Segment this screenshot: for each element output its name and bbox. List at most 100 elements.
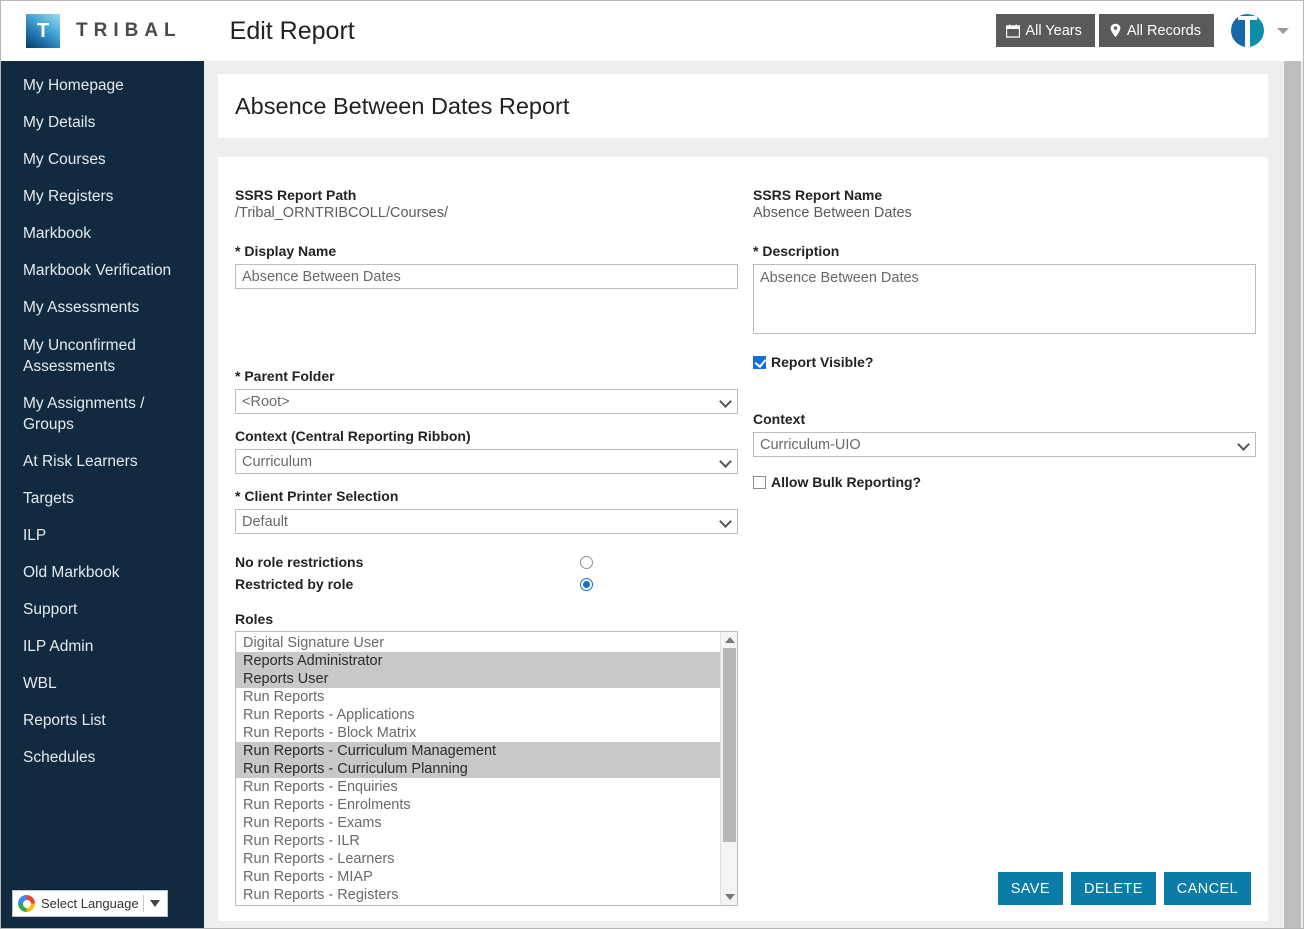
- select-language-label: Select Language: [41, 896, 139, 911]
- checkbox-allow-bulk-reporting[interactable]: [753, 476, 766, 489]
- divider: [143, 895, 144, 912]
- form-left-column: SSRS Report Path /Tribal_ORNTRIBCOLL/Cou…: [235, 187, 738, 906]
- sidebar-item-my-registers[interactable]: My Registers: [1, 178, 204, 215]
- sidebar-item-markbook-verification[interactable]: Markbook Verification: [1, 252, 204, 289]
- location-pin-icon: [1109, 23, 1122, 38]
- list-item[interactable]: Run Reports - Enquiries: [236, 778, 720, 796]
- scroll-down-icon[interactable]: [725, 894, 735, 900]
- sidebar-item-support[interactable]: Support: [1, 591, 204, 628]
- roles-scrollbar[interactable]: [720, 632, 737, 905]
- context-label: Context: [753, 411, 1256, 427]
- all-years-button[interactable]: All Years: [996, 14, 1094, 47]
- roles-list[interactable]: Digital Signature User Reports Administr…: [236, 632, 720, 905]
- ssrs-report-name-value: Absence Between Dates: [753, 205, 1256, 221]
- cancel-button[interactable]: CANCEL: [1164, 872, 1251, 905]
- calendar-icon: [1006, 24, 1020, 38]
- ssrs-report-name-label: SSRS Report Name: [753, 187, 1256, 203]
- report-visible-label: Report Visible?: [771, 354, 873, 370]
- chevron-down-icon: [150, 900, 160, 907]
- sidebar-item-reports-list[interactable]: Reports List: [1, 702, 204, 739]
- list-item[interactable]: Run Reports - Exams: [236, 814, 720, 832]
- sidebar-item-my-details[interactable]: My Details: [1, 104, 204, 141]
- context-select[interactable]: Curriculum-UIO: [753, 432, 1256, 457]
- report-title-panel: Absence Between Dates Report: [218, 74, 1268, 138]
- allow-bulk-reporting-label: Allow Bulk Reporting?: [771, 474, 921, 490]
- list-item[interactable]: Reports User: [236, 670, 720, 688]
- edit-report-form: SSRS Report Path /Tribal_ORNTRIBCOLL/Cou…: [218, 157, 1268, 921]
- google-g-icon: [18, 895, 35, 912]
- page-scrollbar-thumb[interactable]: [1284, 61, 1301, 929]
- form-action-buttons: SAVE DELETE CANCEL: [998, 872, 1251, 905]
- sidebar-item-wbl[interactable]: WBL: [1, 665, 204, 702]
- sidebar-item-my-courses[interactable]: My Courses: [1, 141, 204, 178]
- chevron-down-icon[interactable]: [1277, 28, 1289, 34]
- display-name-input[interactable]: [235, 264, 738, 289]
- scrollbar-thumb[interactable]: [723, 648, 736, 842]
- sidebar: My Homepage My Details My Courses My Reg…: [1, 61, 204, 929]
- select-language-widget[interactable]: Select Language: [12, 890, 168, 917]
- sidebar-item-old-markbook[interactable]: Old Markbook: [1, 554, 204, 591]
- role-restriction-radio-group: No role restrictions Restricted by role: [235, 551, 738, 595]
- form-right-column: SSRS Report Name Absence Between Dates *…: [753, 187, 1256, 906]
- brand-name: TRIBAL: [76, 20, 182, 42]
- list-item[interactable]: Run Reports - MIAP: [236, 868, 720, 886]
- brand-logo[interactable]: T TRIBAL: [26, 14, 182, 48]
- sidebar-item-markbook[interactable]: Markbook: [1, 215, 204, 252]
- radio-restricted-by-role[interactable]: [580, 578, 593, 591]
- restricted-by-role-label: Restricted by role: [235, 576, 353, 592]
- context-ribbon-label: Context (Central Reporting Ribbon): [235, 428, 738, 444]
- report-visible-row[interactable]: Report Visible?: [753, 354, 1256, 370]
- list-item[interactable]: Run Reports - Registers: [236, 886, 720, 904]
- roles-label: Roles: [235, 611, 738, 627]
- list-item[interactable]: Run Reports - Curriculum Management: [236, 742, 720, 760]
- report-title: Absence Between Dates Report: [235, 93, 569, 120]
- sidebar-item-my-unconfirmed-assessments[interactable]: My Unconfirmed Assessments: [1, 327, 204, 385]
- no-role-restrictions-row[interactable]: No role restrictions: [235, 551, 738, 573]
- list-item[interactable]: Run Reports - Learners: [236, 850, 720, 868]
- delete-button[interactable]: DELETE: [1071, 872, 1156, 905]
- sidebar-item-ilp[interactable]: ILP: [1, 517, 204, 554]
- ssrs-report-path-label: SSRS Report Path: [235, 187, 738, 203]
- context-ribbon-select[interactable]: Curriculum: [235, 449, 738, 474]
- list-item[interactable]: Run Reports - Applications: [236, 706, 720, 724]
- logo-tile-icon: T: [26, 14, 60, 48]
- roles-multiselect[interactable]: Digital Signature User Reports Administr…: [235, 631, 738, 906]
- list-item[interactable]: Digital Signature User: [236, 634, 720, 652]
- sidebar-item-ilp-admin[interactable]: ILP Admin: [1, 628, 204, 665]
- sidebar-item-targets[interactable]: Targets: [1, 480, 204, 517]
- client-printer-select[interactable]: Default: [235, 509, 738, 534]
- ssrs-report-path-value: /Tribal_ORNTRIBCOLL/Courses/: [235, 205, 738, 221]
- page-scrollbar[interactable]: [1283, 61, 1302, 929]
- top-header: T TRIBAL Edit Report All Years All Recor: [1, 1, 1303, 61]
- sidebar-item-at-risk-learners[interactable]: At Risk Learners: [1, 443, 204, 480]
- all-records-button[interactable]: All Records: [1099, 14, 1214, 47]
- sidebar-item-my-homepage[interactable]: My Homepage: [1, 67, 204, 104]
- list-item[interactable]: Reports Administrator: [236, 652, 720, 670]
- radio-no-role-restrictions[interactable]: [580, 556, 593, 569]
- list-item[interactable]: Run Reports - Curriculum Planning: [236, 760, 720, 778]
- sidebar-item-my-assessments[interactable]: My Assessments: [1, 289, 204, 326]
- avatar[interactable]: [1231, 14, 1264, 47]
- description-label: * Description: [753, 243, 1256, 259]
- header-actions: All Years All Records: [996, 14, 1289, 47]
- save-button[interactable]: SAVE: [998, 872, 1063, 905]
- description-textarea[interactable]: Absence Between Dates: [753, 264, 1256, 334]
- sidebar-item-schedules[interactable]: Schedules: [1, 739, 204, 776]
- scroll-up-icon[interactable]: [725, 637, 735, 643]
- parent-folder-select[interactable]: <Root>: [235, 389, 738, 414]
- parent-folder-label: * Parent Folder: [235, 368, 738, 384]
- restricted-by-role-row[interactable]: Restricted by role: [235, 573, 738, 595]
- all-years-label: All Years: [1025, 23, 1081, 39]
- checkbox-report-visible[interactable]: [753, 356, 766, 369]
- display-name-label: * Display Name: [235, 243, 738, 259]
- sidebar-item-my-assignments-groups[interactable]: My Assignments / Groups: [1, 385, 204, 443]
- all-records-label: All Records: [1127, 23, 1201, 39]
- list-item[interactable]: Run Reports - Block Matrix: [236, 724, 720, 742]
- app-window: T TRIBAL Edit Report All Years All Recor: [0, 0, 1304, 929]
- list-item[interactable]: Run Reports: [236, 688, 720, 706]
- list-item[interactable]: Run Reports - ILR: [236, 832, 720, 850]
- allow-bulk-reporting-row[interactable]: Allow Bulk Reporting?: [753, 474, 1256, 490]
- list-item[interactable]: Run Reports - Enrolments: [236, 796, 720, 814]
- client-printer-label: * Client Printer Selection: [235, 488, 738, 504]
- main-content: Absence Between Dates Report SSRS Report…: [204, 61, 1284, 929]
